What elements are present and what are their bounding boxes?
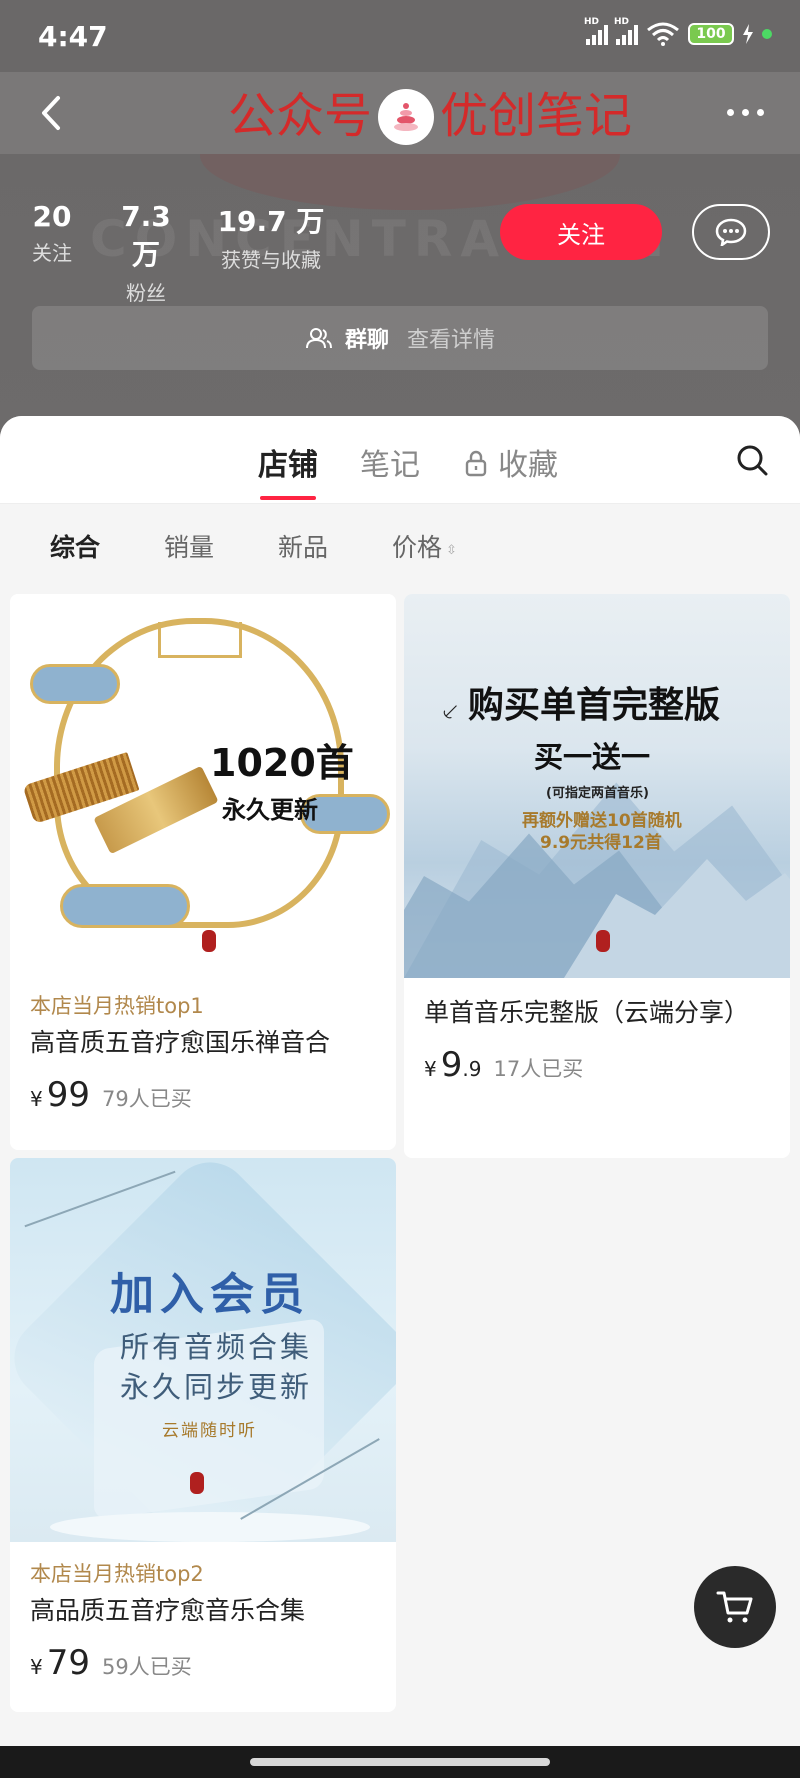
group-chat-label: 群聊 (344, 328, 389, 353)
message-button[interactable] (692, 204, 770, 260)
sort-overall[interactable]: 综合 (50, 528, 100, 564)
stat-fans[interactable]: 7.3 万 粉丝 (104, 200, 188, 306)
profile-tabs: 店铺 笔记 收藏 (0, 416, 800, 504)
watermark-title-right: 优创笔记 (440, 88, 633, 144)
more-options-icon[interactable] (720, 92, 770, 132)
product-3-tagline: 本店当月热销top2 (30, 1562, 204, 1586)
product-3-sold: 59人已买 (102, 1654, 192, 1679)
product-3-image-line3: 永久同步更新 (120, 1370, 313, 1404)
signal-hd-label-2: HD (614, 17, 630, 27)
stat-likes[interactable]: 19.7 万 获赞与收藏 (216, 200, 326, 273)
product-3-title: 高品质五音疗愈音乐合集 (30, 1596, 306, 1625)
product-image-1: 1020首 永久更新 (10, 594, 396, 974)
product-3-price-row: ¥ 79 59人已买 (30, 1643, 376, 1683)
sort-price[interactable]: 价格 ⇳ (392, 528, 457, 564)
product-2-price-row: ¥ 9 .9 17人已买 (424, 1045, 770, 1085)
product-image-3: 加入会员 所有音频合集 永久同步更新 云端随时听 (10, 1158, 396, 1542)
top-navbar: 公众号 优创笔记 (0, 72, 800, 154)
sort-price-label: 价格 (392, 533, 443, 562)
tab-favorites-label: 收藏 (498, 448, 558, 483)
product-2-title: 单首音乐完整版（云端分享） (424, 998, 750, 1027)
product-3-image-line2: 所有音频合集 (120, 1330, 313, 1364)
group-users-icon (305, 328, 332, 349)
watermark-title-left: 公众号 (228, 88, 373, 144)
shopping-cart-button[interactable] (694, 1566, 776, 1648)
currency-symbol: ¥ (30, 1086, 43, 1111)
product-2-image-line2: 买一送一 (534, 740, 651, 774)
product-card-1[interactable]: 1020首 永久更新 本店当月热销top1 高音质五音疗愈国乐禅音合 ¥ 99 … (10, 594, 396, 1150)
status-icons: HD HD 100 (584, 17, 772, 46)
tab-shop[interactable]: 店铺 (258, 440, 318, 500)
product-card-2[interactable]: ⸔ 购买单首完整版 买一送一 (可指定两首音乐) 再额外赠送10首随机 9.9元… (404, 594, 790, 1158)
stat-following-value: 20 (32, 200, 72, 233)
signal-icon: HD (584, 17, 608, 45)
status-dot (762, 29, 772, 39)
product-1-tagline: 本店当月热销top1 (30, 994, 204, 1018)
tab-notes[interactable]: 笔记 (360, 440, 420, 484)
system-nav-bar (0, 1746, 800, 1778)
stone-stack-icon (394, 103, 419, 131)
signal-hd-label: HD (584, 17, 600, 27)
group-chat-detail: 查看详情 (407, 328, 496, 353)
product-2-image-line5: 9.9元共得12首 (540, 833, 662, 853)
currency-symbol: ¥ (30, 1654, 43, 1679)
stat-following[interactable]: 20 关注 (30, 200, 74, 266)
product-1-price-row: ¥ 99 79人已买 (30, 1075, 376, 1115)
stat-likes-label: 获赞与收藏 (221, 248, 321, 272)
signal-icon-2: HD (614, 17, 638, 45)
sort-sales[interactable]: 销量 (164, 528, 214, 564)
battery-icon: 100 (688, 23, 734, 45)
product-3-price: 79 (46, 1642, 90, 1683)
watermark-title: 公众号 优创笔记 (228, 76, 632, 146)
group-chat-bar[interactable]: 群聊 查看详情 (32, 306, 768, 370)
sort-caret-icon: ⇳ (446, 543, 457, 558)
stat-likes-value: 19.7 万 (217, 205, 325, 238)
cart-icon (716, 1591, 753, 1623)
product-1-price: 99 (46, 1074, 90, 1115)
product-1-image-headline: 1020首 (210, 741, 354, 785)
charging-icon (743, 24, 753, 44)
product-3-image-line1: 加入会员 (110, 1269, 310, 1320)
profile-stats: 20 关注 7.3 万 粉丝 19.7 万 获赞与收藏 (0, 200, 800, 305)
follow-button[interactable]: 关注 (500, 204, 662, 260)
product-3-image-line4: 云端随时听 (162, 1421, 257, 1441)
search-icon[interactable] (734, 442, 770, 478)
status-time: 4:47 (38, 20, 108, 53)
product-1-image-subline: 永久更新 (222, 796, 318, 824)
account-logo (378, 89, 435, 145)
back-icon[interactable] (28, 88, 78, 138)
stat-fans-label: 粉丝 (126, 281, 166, 305)
product-2-price-decimal: .9 (462, 1056, 482, 1081)
stat-fans-value: 7.3 万 (121, 200, 171, 271)
product-1-sold: 79人已买 (102, 1086, 192, 1111)
product-1-title: 高音质五音疗愈国乐禅音合 (30, 1028, 331, 1057)
sort-new[interactable]: 新品 (278, 528, 328, 564)
product-2-image-line1: 购买单首完整版 (468, 685, 721, 726)
product-2-sold: 17人已买 (493, 1056, 584, 1081)
product-image-2: ⸔ 购买单首完整版 买一送一 (可指定两首音乐) 再额外赠送10首随机 9.9元… (404, 594, 790, 978)
currency-symbol: ¥ (424, 1056, 437, 1081)
lock-icon (465, 450, 487, 477)
sort-bar: 综合 销量 新品 价格 ⇳ (0, 504, 800, 584)
product-2-image-line3: (可指定两首音乐) (546, 786, 649, 801)
stat-following-label: 关注 (32, 241, 72, 265)
home-indicator[interactable] (250, 1758, 550, 1766)
product-2-price: 9 (440, 1044, 463, 1085)
tab-favorites[interactable]: 收藏 (464, 440, 558, 484)
product-card-3[interactable]: 加入会员 所有音频合集 永久同步更新 云端随时听 本店当月热销top2 高品质五… (10, 1158, 396, 1712)
chat-icon (715, 218, 747, 246)
wifi-icon (647, 22, 679, 46)
status-bar: 4:47 HD HD 100 (0, 0, 800, 72)
crane-icon: ⸔ (440, 697, 460, 727)
